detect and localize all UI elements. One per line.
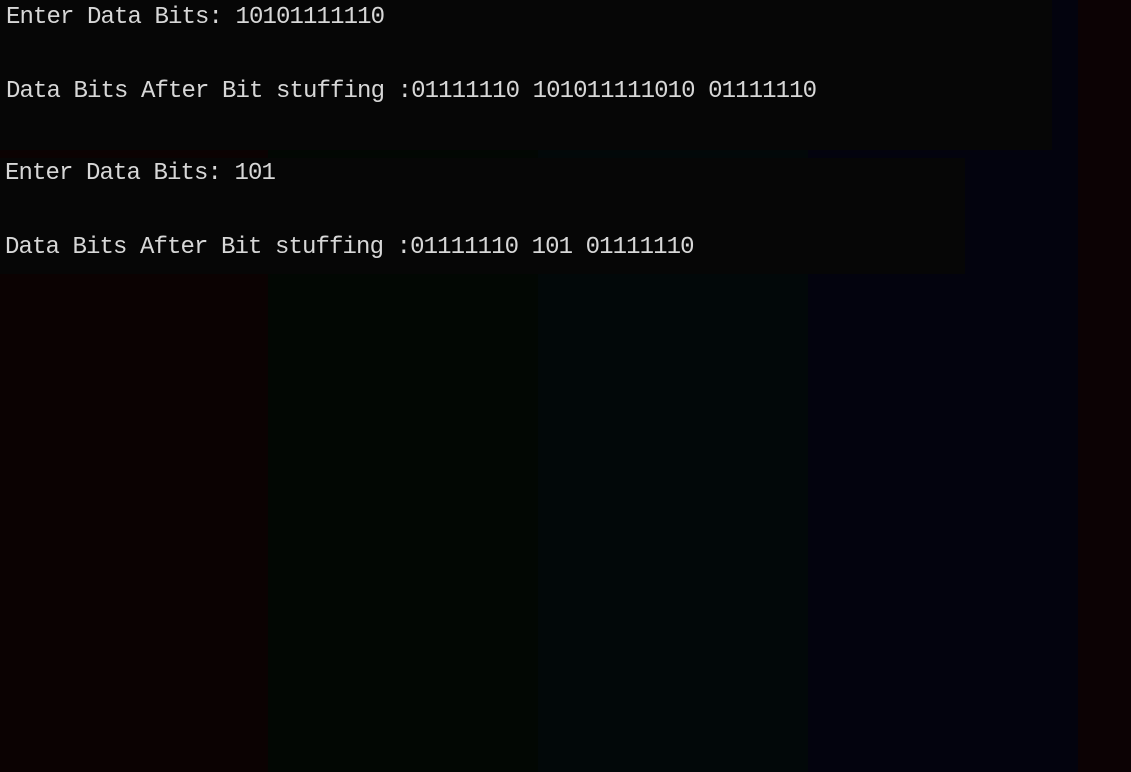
background-band — [1078, 0, 1131, 772]
console-window[interactable]: Enter Data Bits: 10101111110 Data Bits A… — [0, 0, 1131, 772]
input-prompt: Enter Data Bits: — [6, 4, 236, 31]
console-line-output-2: Data Bits After Bit stuffing :01111110 1… — [5, 234, 695, 262]
output-label: Data Bits After Bit stuffing : — [5, 234, 411, 261]
input-prompt: Enter Data Bits: — [5, 160, 235, 187]
console-line-output-1: Data Bits After Bit stuffing :01111110 1… — [6, 78, 817, 106]
console-line-input-2: Enter Data Bits: 101 — [5, 160, 276, 188]
input-value: 101 — [234, 160, 276, 187]
output-label: Data Bits After Bit stuffing : — [6, 78, 412, 105]
console-line-input-1: Enter Data Bits: 10101111110 — [6, 4, 385, 32]
output-value: 01111110 101011111010 01111110 — [411, 78, 817, 105]
input-value: 10101111110 — [235, 4, 385, 31]
output-value: 01111110 101 01111110 — [410, 234, 694, 261]
